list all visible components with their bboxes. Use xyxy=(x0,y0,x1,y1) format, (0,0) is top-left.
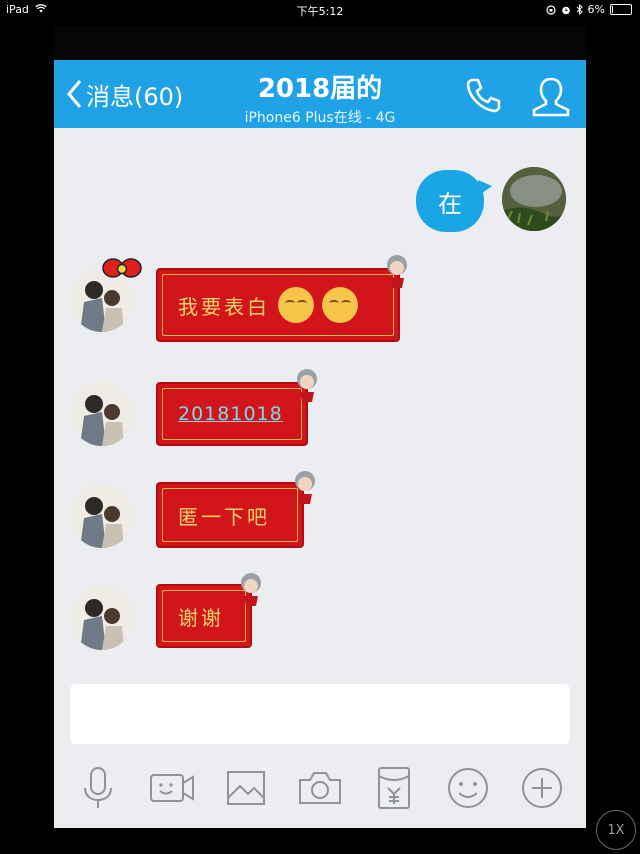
status-right: 6% xyxy=(545,3,632,16)
red-message-bubble[interactable]: 我要表白 xyxy=(156,268,400,342)
more-button[interactable] xyxy=(518,764,566,812)
nav-bar: 消息(60) 2018届的 iPhone6 Plus在线 - 4G xyxy=(54,60,586,128)
title-block[interactable]: 2018届的 iPhone6 Plus在线 - 4G xyxy=(194,68,446,127)
shy-emoji-icon xyxy=(322,287,358,323)
camera-button[interactable] xyxy=(296,764,344,812)
status-time: 下午5:12 xyxy=(296,5,344,18)
image-button[interactable] xyxy=(222,764,270,812)
rotation-lock-icon xyxy=(545,4,556,15)
red-message-bubble[interactable]: 匿一下吧 xyxy=(156,482,304,548)
video-icon xyxy=(150,774,194,802)
battery-icon xyxy=(610,4,632,15)
friend-avatar[interactable] xyxy=(70,586,134,650)
date-link[interactable]: 20181018 xyxy=(178,403,283,425)
bubble-sticker-icon xyxy=(241,573,261,606)
message-text: 我要表白 xyxy=(178,294,270,319)
friend-avatar[interactable] xyxy=(70,382,134,446)
chat-window: 消息(60) 2018届的 iPhone6 Plus在线 - 4G 在 我要表白… xyxy=(54,26,586,828)
avatar-photo xyxy=(70,586,134,650)
avatar-photo xyxy=(70,484,134,548)
back-label: 消息(60) xyxy=(86,82,184,111)
bubble-sticker-icon xyxy=(297,369,317,402)
chevron-left-icon xyxy=(67,80,82,108)
chat-title: 2018届的 xyxy=(257,74,383,104)
status-bar: iPad 下午5:12 6% xyxy=(0,0,640,20)
zoom-button[interactable]: 1X xyxy=(596,810,636,850)
plus-icon xyxy=(522,768,562,808)
voice-button[interactable] xyxy=(74,764,122,812)
red-packet-icon xyxy=(378,767,410,809)
alarm-icon xyxy=(561,6,570,14)
battery-percent: 6% xyxy=(587,3,605,16)
bubble-sticker-icon xyxy=(295,471,315,504)
input-toolbar xyxy=(54,756,586,826)
avatar-photo xyxy=(502,167,566,231)
my-message-bubble[interactable]: 在 xyxy=(416,170,492,232)
bluetooth-icon xyxy=(576,4,583,15)
bow-icon xyxy=(102,258,142,278)
my-message-text: 在 xyxy=(438,189,462,218)
profile-button[interactable] xyxy=(530,76,572,122)
video-button[interactable] xyxy=(148,764,196,812)
emoji-icon xyxy=(448,768,488,808)
phone-icon xyxy=(466,78,501,113)
back-button[interactable]: 消息(60) xyxy=(66,78,184,111)
my-avatar[interactable] xyxy=(502,167,566,231)
friend-avatar[interactable] xyxy=(70,484,134,548)
emoji-button[interactable] xyxy=(444,764,492,812)
bubble-tail xyxy=(478,180,492,196)
avatar-photo xyxy=(70,382,134,446)
red-packet-button[interactable] xyxy=(370,764,418,812)
image-icon xyxy=(227,771,265,805)
red-message-bubble[interactable]: 20181018 xyxy=(156,382,308,446)
online-status: iPhone6 Plus在线 - 4G xyxy=(244,110,396,126)
top-strip xyxy=(54,26,586,60)
microphone-icon xyxy=(84,767,112,808)
bubble-sticker-icon xyxy=(387,255,407,288)
camera-icon xyxy=(299,772,341,804)
shy-emoji-icon xyxy=(278,287,314,323)
call-button[interactable] xyxy=(464,76,502,118)
message-text: 谢谢 xyxy=(178,605,224,630)
message-text: 匿一下吧 xyxy=(178,504,270,529)
message-input[interactable] xyxy=(70,684,570,744)
person-icon xyxy=(532,77,570,117)
